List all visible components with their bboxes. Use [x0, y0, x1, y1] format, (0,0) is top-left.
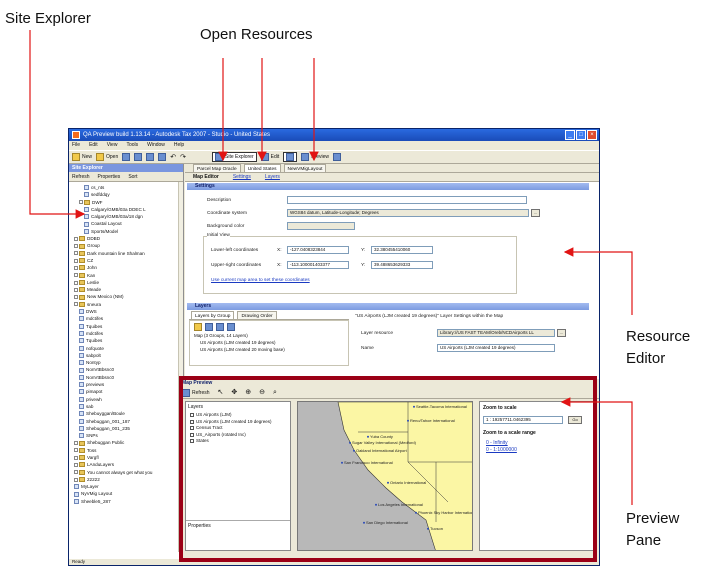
arrow-resource-editor [563, 247, 633, 315]
callout-arrows [29, 30, 633, 505]
arrow-preview-pane [560, 397, 633, 505]
arrow-site-explorer [29, 30, 86, 219]
